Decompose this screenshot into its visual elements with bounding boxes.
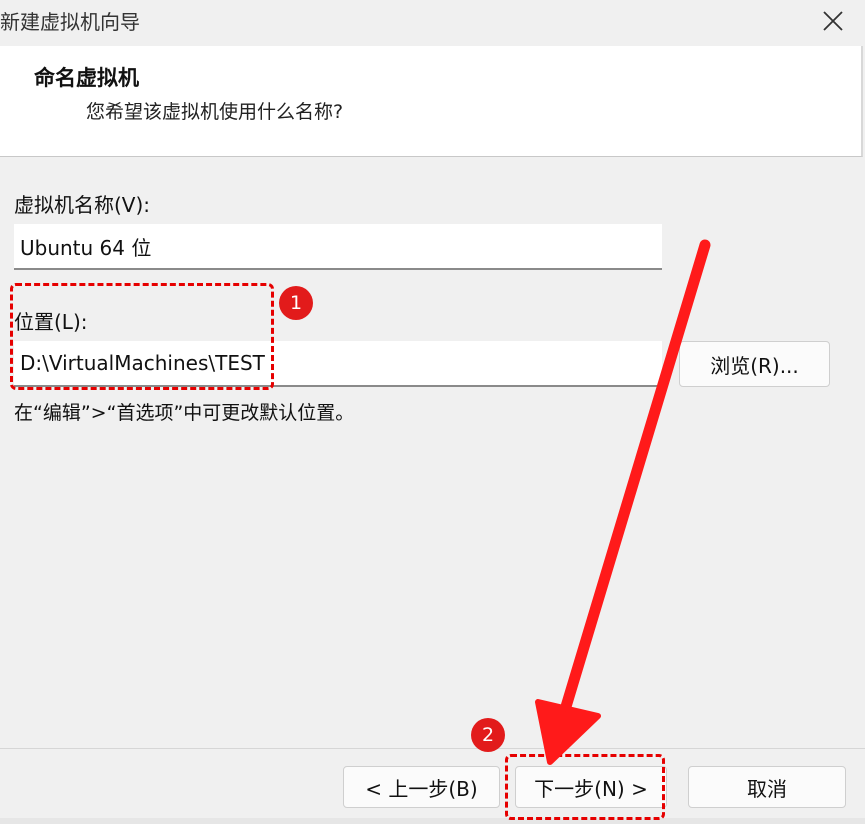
title-bar: 新建虚拟机向导 bbox=[0, 0, 865, 46]
window-bottom-edge bbox=[0, 818, 865, 824]
window-title: 新建虚拟机向导 bbox=[0, 10, 140, 34]
browse-button[interactable]: 浏览(R)... bbox=[679, 341, 830, 387]
vm-name-label: 虚拟机名称(V): bbox=[14, 193, 151, 217]
vm-name-input[interactable] bbox=[14, 224, 662, 270]
step-badge-1: 1 bbox=[279, 286, 313, 320]
footer-divider bbox=[0, 748, 865, 749]
close-button[interactable] bbox=[816, 4, 850, 38]
next-highlight-box bbox=[505, 754, 665, 820]
cancel-button[interactable]: 取消 bbox=[688, 766, 846, 808]
step-badge-2: 2 bbox=[471, 718, 505, 752]
page-subtitle: 您希望该虚拟机使用什么名称? bbox=[86, 101, 344, 123]
default-location-hint: 在“编辑”>“首选项”中可更改默认位置。 bbox=[14, 402, 355, 424]
location-highlight-box bbox=[10, 283, 274, 390]
page-title: 命名虚拟机 bbox=[34, 66, 139, 90]
close-icon bbox=[823, 11, 843, 31]
back-button[interactable]: < 上一步(B) bbox=[343, 766, 500, 808]
wizard-header: 命名虚拟机 您希望该虚拟机使用什么名称? bbox=[0, 46, 863, 157]
